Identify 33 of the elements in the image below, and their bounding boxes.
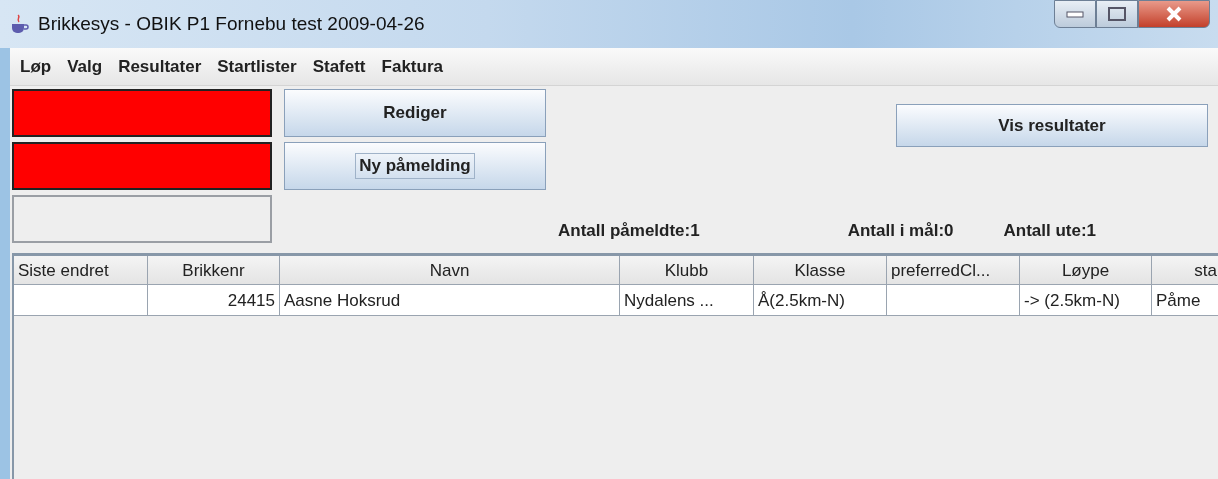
table-cell: Å(2.5km-N) (754, 285, 887, 316)
action-button[interactable]: Rediger (284, 89, 546, 137)
column-header[interactable]: Brikkenr (148, 256, 280, 285)
close-button[interactable] (1138, 0, 1210, 28)
maximize-button[interactable] (1096, 0, 1138, 28)
menu-item[interactable]: Faktura (373, 56, 451, 77)
menu-item[interactable]: Løp (12, 56, 60, 77)
count-label: Antall ute:1 (1003, 221, 1097, 241)
table-cell: -> (2.5km-N) (1020, 285, 1152, 316)
count-label: Antall påmeldte:1 (558, 221, 700, 241)
column-header[interactable]: Siste endret (14, 256, 148, 285)
show-results-button[interactable]: Vis resultater (896, 104, 1208, 147)
action-button[interactable]: Ny påmelding (284, 142, 546, 190)
column-header[interactable]: preferredCl... (887, 256, 1020, 285)
menu-item[interactable]: Resultater (110, 56, 210, 77)
column-header[interactable]: Navn (280, 256, 620, 285)
menu-item[interactable]: Stafett (304, 56, 374, 77)
column-header[interactable]: Klasse (754, 256, 887, 285)
column-header[interactable]: Løype (1020, 256, 1152, 285)
close-icon (1165, 6, 1183, 22)
minimize-button[interactable] (1054, 0, 1096, 28)
table-cell: Påme (1152, 285, 1218, 316)
minimize-icon (1066, 10, 1084, 18)
column-header[interactable]: Klubb (620, 256, 754, 285)
table-cell: Aasne Hoksrud (280, 285, 620, 316)
maximize-icon (1108, 7, 1126, 21)
menu-item[interactable]: Valg (59, 56, 111, 77)
column-header[interactable]: sta (1152, 256, 1218, 285)
window-title: Brikkesys - OBIK P1 Fornebu test 2009-04-26 (38, 13, 425, 35)
count-label: Antall i mål:0 (847, 221, 954, 241)
table-cell: Nydalens ... (620, 285, 754, 316)
table-cell: 24415 (148, 285, 280, 316)
menu-item[interactable]: Startlister (209, 56, 305, 77)
